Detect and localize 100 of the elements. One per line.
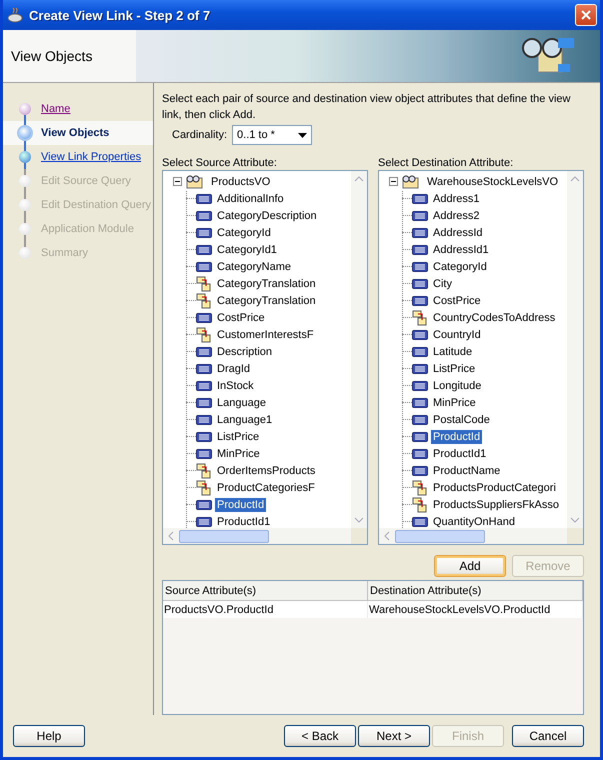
attribute-icon <box>412 296 428 306</box>
tree-item[interactable]: CountryId <box>431 328 483 342</box>
attribute-icon <box>412 228 428 238</box>
nav-button[interactable]: Next > <box>358 725 430 747</box>
horizontal-scrollbar[interactable] <box>163 528 351 544</box>
attribute-icon <box>412 432 428 442</box>
tree-item[interactable]: CostPrice <box>431 294 483 308</box>
tree-item[interactable]: City <box>431 276 454 290</box>
tree-item[interactable]: MinPrice <box>215 446 262 460</box>
collapse-icon[interactable] <box>389 177 398 186</box>
tree-item[interactable]: ProductId <box>431 430 482 444</box>
wizard-step: Application Module <box>41 223 134 235</box>
attribute-icon <box>412 278 428 288</box>
view-object-icon <box>401 174 419 188</box>
tree-item[interactable]: CategoryDescription <box>215 208 319 222</box>
tree-item[interactable]: InStock <box>215 378 256 392</box>
wizard-step: Edit Destination Query <box>41 199 152 211</box>
tree-item[interactable]: CustomerInterestsF <box>215 328 316 342</box>
vertical-scrollbar[interactable] <box>351 171 367 528</box>
tree-item[interactable]: CategoryTranslation <box>215 294 318 308</box>
attribute-icon <box>196 228 212 238</box>
tree-item[interactable]: ProductsSuppliersFkAsso <box>431 498 561 512</box>
tree-item[interactable]: MinPrice <box>431 396 478 410</box>
tree-item[interactable]: ProductId1 <box>215 514 272 528</box>
scrollbar-corner <box>567 528 583 544</box>
tree-item[interactable]: CategoryId <box>215 226 273 240</box>
tree-item[interactable]: ProductId1 <box>431 446 488 460</box>
tree-item[interactable]: Latitude <box>431 344 474 358</box>
tree-item[interactable]: CategoryName <box>215 260 293 274</box>
tree-item[interactable]: ProductId <box>215 498 266 512</box>
vertical-scrollbar[interactable] <box>567 171 583 528</box>
cardinality-dropdown[interactable]: 0..1 to * <box>232 125 312 145</box>
attribute-tree[interactable] <box>378 170 584 545</box>
column-header[interactable]: Destination Attribute(s) <box>368 581 583 601</box>
wizard-step[interactable]: View Link Properties <box>41 151 142 163</box>
attribute-icon <box>196 262 212 272</box>
association-icon <box>196 462 212 478</box>
association-icon <box>196 326 212 342</box>
collapse-icon[interactable] <box>173 177 182 186</box>
tree-item[interactable]: CostPrice <box>215 310 267 324</box>
column-header[interactable]: Source Attribute(s) <box>163 581 368 601</box>
attribute-icon <box>412 466 428 476</box>
minus-icon <box>390 178 397 185</box>
wizard-step[interactable]: Name <box>41 103 70 115</box>
tree-label: Select Source Attribute: <box>162 157 278 169</box>
attribute-icon <box>412 194 428 204</box>
wizard-step: Summary <box>41 247 88 259</box>
close-button[interactable] <box>575 4 597 26</box>
attribute-icon <box>196 312 212 322</box>
tree-item[interactable]: OrderItemsProducts <box>215 464 318 478</box>
tree-item[interactable]: AddressId <box>431 226 485 240</box>
tree-item[interactable]: Language1 <box>215 412 274 426</box>
tree-item[interactable]: PostalCode <box>431 412 492 426</box>
page-title: View Objects <box>3 30 136 82</box>
tree-item[interactable]: CountryCodesToAddress <box>431 310 558 324</box>
tree-item[interactable]: Longitude <box>431 378 484 392</box>
attribute-icon <box>412 364 428 374</box>
tree-item[interactable]: ProductName <box>431 464 502 478</box>
attribute-tree[interactable] <box>162 170 368 545</box>
scrollbar-thumb[interactable] <box>395 530 485 542</box>
attribute-icon <box>196 398 212 408</box>
scrollbar-thumb[interactable] <box>179 530 269 542</box>
coffee-cup-icon <box>7 7 23 23</box>
tree-item[interactable]: AdditionalInfo <box>215 192 286 206</box>
horizontal-scrollbar[interactable] <box>379 528 567 544</box>
tree-item[interactable]: CategoryId <box>431 260 489 274</box>
tree-label: Select Destination Attribute: <box>378 157 514 169</box>
tree-item[interactable]: QuantityOnHand <box>431 514 517 528</box>
action-button[interactable]: Add <box>434 555 506 577</box>
tree-item[interactable]: CategoryTranslation <box>215 276 318 290</box>
tree-node[interactable]: ProductsVO <box>209 174 272 188</box>
tree-item[interactable]: DragId <box>215 362 252 376</box>
tree-item[interactable]: Language <box>215 396 268 410</box>
tree-item[interactable]: ListPrice <box>215 430 262 444</box>
attribute-icon <box>196 414 212 424</box>
attribute-icon <box>412 210 428 220</box>
attribute-icon <box>412 414 428 424</box>
association-icon <box>412 480 428 496</box>
nav-button[interactable]: Cancel <box>512 725 584 747</box>
nav-button[interactable]: < Back <box>284 725 356 747</box>
help-button[interactable]: Help <box>13 725 85 747</box>
tree-item[interactable]: CategoryId1 <box>215 242 279 256</box>
attribute-icon <box>412 516 428 526</box>
scrollbar-corner <box>351 528 367 544</box>
association-icon <box>196 480 212 496</box>
attribute-icon <box>196 364 212 374</box>
tree-node[interactable]: WarehouseStockLevelsVO <box>425 174 560 188</box>
attribute-icon <box>196 244 212 254</box>
tree-item[interactable]: Description <box>215 344 274 358</box>
tree-item[interactable]: Address2 <box>431 208 482 222</box>
tree-item[interactable]: ProductsProductCategori <box>431 480 558 494</box>
close-icon <box>580 9 592 21</box>
table-cell: WarehouseStockLevelsVO.ProductId <box>368 601 583 618</box>
association-icon <box>412 496 428 512</box>
attribute-icon <box>412 448 428 458</box>
tree-item[interactable]: AddressId1 <box>431 242 491 256</box>
tree-item[interactable]: ProductCategoriesF <box>215 480 317 494</box>
tree-item[interactable]: ListPrice <box>431 362 478 376</box>
attribute-icon <box>412 398 428 408</box>
tree-item[interactable]: Address1 <box>431 192 482 206</box>
